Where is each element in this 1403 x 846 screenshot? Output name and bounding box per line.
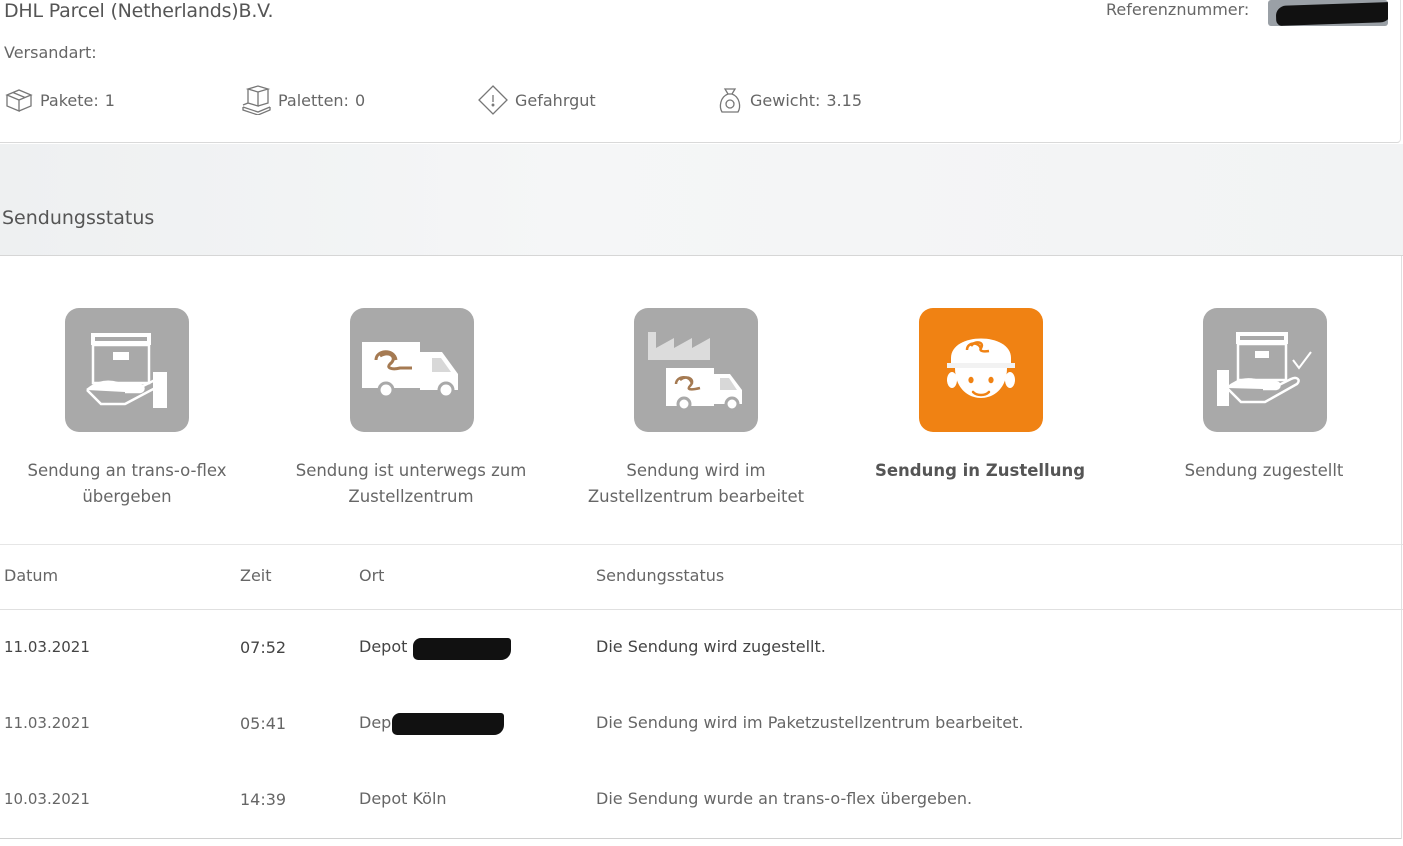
pallets-value: 0 xyxy=(354,90,366,110)
step-in-transit xyxy=(350,308,474,432)
step-label-handed-over: Sendung an trans-o-flex übergeben xyxy=(27,461,227,506)
step-label-delivered: Sendung zugestellt xyxy=(1184,461,1344,480)
step-label-processing-depot: Sendung wird im Zustellzentrum bearbeite… xyxy=(587,461,805,506)
row-1-status: Die Sendung wird zugestellt. xyxy=(596,637,826,656)
row-1-location-redacted xyxy=(413,638,511,660)
column-header-time: Zeit xyxy=(240,566,272,585)
shipping-type-label: Versandart: xyxy=(4,43,97,62)
row-3-location: Depot Köln xyxy=(359,789,447,808)
property-packages: Pakete: 1 xyxy=(4,86,115,114)
row-1-date: 11.03.2021 xyxy=(4,638,90,656)
row-1-location: Depot xyxy=(359,637,408,656)
packages-value: 1 xyxy=(104,90,115,110)
column-header-date: Datum xyxy=(4,566,59,585)
step-label-in-transit: Sendung ist unterwegs zum Zustellzentrum xyxy=(295,461,527,506)
table-header-divider xyxy=(0,609,1403,610)
pallets-label: Paletten: xyxy=(278,90,349,110)
table-divider xyxy=(0,544,1403,545)
row-3-status: Die Sendung wurde an trans-o-flex überge… xyxy=(596,789,973,808)
row-3-date: 10.03.2021 xyxy=(4,790,90,808)
row-2-status: Die Sendung wird im Paketzustellzentrum … xyxy=(596,713,1024,732)
pallet-icon xyxy=(240,85,272,115)
panel-right-border xyxy=(1401,256,1402,839)
property-weight: Gewicht: 3.15 xyxy=(716,86,862,114)
package-icon xyxy=(4,87,34,113)
property-dangerous-goods: Gefahrgut xyxy=(477,85,596,115)
status-section-header xyxy=(0,144,1403,256)
column-header-location: Ort xyxy=(359,566,385,585)
property-pallets: Paletten: 0 xyxy=(240,85,366,115)
row-2-location-redacted xyxy=(392,713,504,735)
section-title: Sendungsstatus xyxy=(2,207,155,229)
row-3-time: 14:39 xyxy=(240,790,287,809)
step-out-for-delivery xyxy=(919,308,1043,432)
row-2-date: 11.03.2021 xyxy=(4,714,90,732)
weight-value: 3.15 xyxy=(826,90,862,110)
reference-number-redacted xyxy=(1268,0,1388,26)
weight-icon xyxy=(716,85,744,115)
dangerous-goods-label: Gefahrgut xyxy=(515,90,596,110)
packages-label: Pakete: xyxy=(40,90,99,110)
step-delivered xyxy=(1203,308,1327,432)
panel-bottom-border xyxy=(0,838,1401,839)
row-1-time: 07:52 xyxy=(240,638,287,657)
row-2-time: 05:41 xyxy=(240,714,287,733)
hazard-icon xyxy=(477,85,509,115)
step-label-out-for-delivery: Sendung in Zustellung xyxy=(874,461,1086,480)
carrier-name: DHL Parcel (Netherlands)B.V. xyxy=(4,0,274,22)
weight-label: Gewicht: xyxy=(750,90,821,110)
column-header-status: Sendungsstatus xyxy=(596,566,725,585)
step-handed-over xyxy=(65,308,189,432)
step-processing-depot xyxy=(634,308,758,432)
reference-label: Referenznummer: xyxy=(1106,0,1250,19)
